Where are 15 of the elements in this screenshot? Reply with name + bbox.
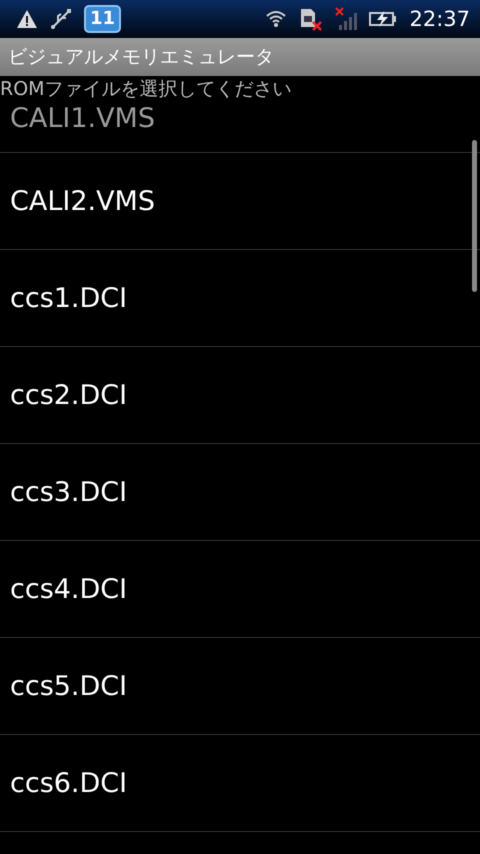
file-list-item[interactable]: ccs6.DCI <box>0 735 480 832</box>
file-list-item[interactable]: ccs3.DCI <box>0 444 480 541</box>
sim-card-error-icon <box>299 7 324 31</box>
file-list-item[interactable]: ccs2.DCI <box>0 347 480 444</box>
warning-icon <box>16 9 38 29</box>
signal-no-service-icon <box>335 7 358 31</box>
prompt-text: ROMファイルを選択してください <box>0 77 293 102</box>
file-list-item[interactable]: ccs4.DCI <box>0 541 480 638</box>
notification-count-badge: 11 <box>84 5 122 33</box>
battery-charging-icon <box>369 10 398 28</box>
clock-time: 22:37 <box>409 7 470 31</box>
app-title: ビジュアルメモリエミュレータ <box>8 45 274 70</box>
wifi-icon <box>265 10 288 28</box>
file-list-item[interactable]: ccs5.DCI <box>0 638 480 735</box>
usb-icon <box>50 8 72 30</box>
